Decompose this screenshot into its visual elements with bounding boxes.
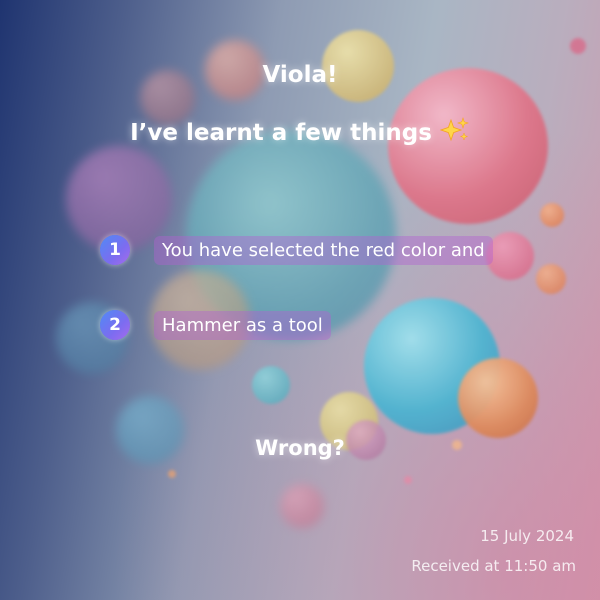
- question-text: Wrong?: [255, 436, 345, 460]
- decorative-bubble: [570, 38, 586, 54]
- background-canvas: Viola! I’ve learnt a few things 1 You ha…: [0, 0, 600, 600]
- step-item-1: 1 You have selected the red color and: [100, 235, 493, 265]
- decorative-bubble: [404, 476, 412, 484]
- decorative-bubble: [388, 68, 548, 224]
- sparkles-icon: [439, 117, 470, 143]
- received-timestamp: Received at 11:50 am: [411, 557, 576, 575]
- decorative-bubble: [486, 232, 534, 280]
- step-text: Hammer as a tool: [154, 310, 331, 340]
- step-text: You have selected the red color and: [154, 235, 493, 265]
- decorative-bubble: [252, 366, 290, 404]
- step-item-2: 2 Hammer as a tool: [100, 310, 331, 340]
- step-number-badge: 1: [100, 235, 130, 265]
- page-subtitle: I’ve learnt a few things: [0, 117, 600, 146]
- decorative-bubble: [536, 264, 566, 294]
- decorative-bubble: [280, 484, 324, 528]
- decorative-bubble: [168, 470, 176, 478]
- step-number-badge: 2: [100, 310, 130, 340]
- decorative-bubble: [458, 358, 538, 438]
- decorative-bubble: [540, 203, 564, 227]
- page-title: Viola!: [262, 62, 338, 88]
- subtitle-text: I’ve learnt a few things: [130, 120, 432, 146]
- message-date: 15 July 2024: [480, 527, 574, 545]
